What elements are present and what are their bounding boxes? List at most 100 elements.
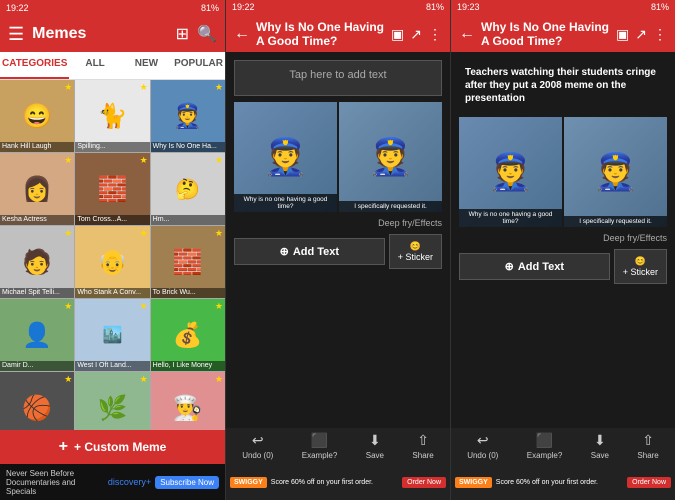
share-button-2[interactable]: ⇧ Share: [412, 432, 433, 460]
example-button-2[interactable]: ⬛ Example?: [302, 432, 338, 460]
plus-circle-icon-3: ⊕: [505, 260, 514, 273]
more-icon-2[interactable]: ⋮: [428, 26, 442, 43]
meme-editor-panel-2: 19:22 81% ← Why Is No One Having A Good …: [225, 0, 450, 500]
meme-cell[interactable]: 🐈 Spilling... ★: [75, 80, 149, 152]
share-icon-btn-3: ⇧: [642, 432, 654, 449]
discovery-brand: discovery+: [108, 477, 151, 487]
caption-right-2: I specifically requested it.: [339, 201, 442, 212]
top-text-input-2[interactable]: Tap here to add text: [234, 60, 442, 96]
deep-fry-label-3: Deep fry/Effects: [459, 233, 667, 243]
tab-categories[interactable]: CATEGORIES: [0, 52, 69, 79]
sticker-icon-2: 😊: [410, 241, 421, 252]
editor-content-2: Tap here to add text 👮 Why is no one hav…: [226, 52, 450, 428]
officer-figure-left-3: 👮: [488, 151, 533, 193]
sticker-button-2[interactable]: 😊 + Sticker: [389, 234, 442, 269]
share-icon-3[interactable]: ↗: [635, 26, 647, 43]
meme-cell[interactable]: 😄 Hank Hill Laugh ★: [0, 80, 74, 152]
save-icon-2: ⬇: [369, 432, 381, 449]
image-left-3[interactable]: 👮 Why is no one having a good time?: [459, 117, 562, 227]
caption-right-3: I specifically requested it.: [564, 216, 667, 227]
add-text-row-3: ⊕ Add Text 😊 + Sticker: [459, 249, 667, 284]
app-title: Memes: [32, 25, 168, 43]
plus-circle-icon-2: ⊕: [280, 245, 289, 258]
back-icon-2[interactable]: ←: [234, 25, 250, 43]
custom-meme-label: + Custom Meme: [74, 440, 166, 454]
time-3: 19:23: [457, 2, 480, 14]
caption-left-2: Why is no one having a good time?: [234, 194, 337, 212]
meme-cell[interactable]: 🤔 Hm... ★: [151, 153, 225, 225]
example-icon-2: ⬛: [311, 432, 328, 449]
meme-image-area-2: 👮 Why is no one having a good time? 👮 I …: [234, 102, 442, 212]
meme-cell[interactable]: 🏙️ West I Oft Land... ★: [75, 299, 149, 371]
meme-cell[interactable]: 🌿 Yes, Very Sad. Any... ★: [75, 372, 149, 430]
deep-fry-label-2: Deep fry/Effects: [234, 218, 442, 228]
share-icon-2[interactable]: ↗: [410, 26, 422, 43]
battery-2: 81%: [426, 2, 444, 14]
bottom-ad-1: Never Seen Before Documentaries and Spec…: [0, 464, 225, 500]
list-icon[interactable]: ⊞: [176, 24, 189, 44]
meme-cell[interactable]: 👨‍🍳 Cheffins Pulling Sa... ★: [151, 372, 225, 430]
battery-1: 81%: [201, 3, 219, 13]
menu-icon[interactable]: ☰: [8, 24, 24, 45]
ad-text-3: Score 60% off on your first order.: [496, 479, 623, 486]
save-icon-3: ⬇: [594, 432, 606, 449]
image-left-2[interactable]: 👮 Why is no one having a good time?: [234, 102, 337, 212]
meme-cell[interactable]: 🧑 Michael Spit Telli... ★: [0, 226, 74, 298]
example-button-3[interactable]: ⬛ Example?: [527, 432, 563, 460]
undo-button-3[interactable]: ↩ Undo (0): [467, 432, 498, 460]
ad-text-1: Never Seen Before Documentaries and Spec…: [6, 469, 104, 496]
editor-toolbar-3: ← Why Is No One Having A Good Time? ▣ ↗ …: [451, 16, 675, 52]
order-button-2[interactable]: Order Now: [402, 477, 446, 488]
time-1: 19:22: [6, 3, 29, 13]
image-right-3[interactable]: 👮 I specifically requested it.: [564, 117, 667, 227]
bottom-ad-2: SWIGGY Score 60% off on your first order…: [226, 464, 450, 500]
ad-text-2: Score 60% off on your first order.: [271, 479, 398, 486]
officer-figure-right-3: 👮: [593, 151, 638, 193]
action-row-2: ↩ Undo (0) ⬛ Example? ⬇ Save ⇧ Share: [226, 428, 450, 464]
sticker-icon-3: 😊: [635, 256, 646, 267]
undo-icon-3: ↩: [477, 432, 489, 449]
meme-cell[interactable]: 👴 Who Stank A Conv... ★: [75, 226, 149, 298]
meme-caption-text-3: Teachers watching their students cringe …: [459, 60, 667, 111]
caption-left-3: Why is no one having a good time?: [459, 209, 562, 227]
back-icon-3[interactable]: ←: [459, 25, 475, 43]
undo-button-2[interactable]: ↩ Undo (0): [242, 432, 273, 460]
bottom-ad-3: SWIGGY Score 60% off on your first order…: [451, 464, 675, 500]
meme-label: Hank Hill Laugh: [0, 142, 74, 152]
meme-cell[interactable]: 👤 Damir D... ★: [0, 299, 74, 371]
add-text-button-3[interactable]: ⊕ Add Text: [459, 253, 610, 280]
status-bar-1: 19:22 81%: [0, 0, 225, 16]
officer-figure-left-2: 👮: [263, 136, 308, 178]
share-button-3[interactable]: ⇧ Share: [637, 432, 658, 460]
order-button-3[interactable]: Order Now: [627, 477, 671, 488]
crop-icon-2[interactable]: ▣: [391, 26, 404, 43]
meme-cell[interactable]: 🧱 To Brick Wu... ★: [151, 226, 225, 298]
image-right-2[interactable]: 👮 I specifically requested it.: [339, 102, 442, 212]
subscribe-button[interactable]: Subscribe Now: [155, 476, 219, 489]
tab-new[interactable]: NEW: [121, 52, 172, 79]
tab-popular[interactable]: POPULAR: [172, 52, 225, 79]
editor-content-3: Teachers watching their students cringe …: [451, 52, 675, 428]
meme-cell[interactable]: 🧱 Tom Cross...A... ★: [75, 153, 149, 225]
editor-toolbar-2: ← Why Is No One Having A Good Time? ▣ ↗ …: [226, 16, 450, 52]
add-text-button-2[interactable]: ⊕ Add Text: [234, 238, 385, 265]
meme-cell[interactable]: 👮 Why Is No One Ha... ★: [151, 80, 225, 152]
sticker-button-3[interactable]: 😊 + Sticker: [614, 249, 667, 284]
meme-image-area-3: 👮 Why is no one having a good time? 👮 I …: [459, 117, 667, 227]
editor-title-3: Why Is No One Having A Good Time?: [481, 20, 610, 49]
search-icon[interactable]: 🔍: [197, 24, 217, 44]
more-icon-3[interactable]: ⋮: [653, 26, 667, 43]
tab-all[interactable]: ALL: [69, 52, 120, 79]
crop-icon-3[interactable]: ▣: [616, 26, 629, 43]
meme-editor-panel-3: 19:23 81% ← Why Is No One Having A Good …: [450, 0, 675, 500]
meme-grid: 😄 Hank Hill Laugh ★ 🐈 Spilling... ★ 👮 Wh…: [0, 80, 225, 430]
meme-cell[interactable]: 💰 Hello, I Like Money ★: [151, 299, 225, 371]
swiggy-brand-3: SWIGGY: [455, 477, 492, 488]
custom-meme-button[interactable]: + + Custom Meme: [0, 430, 225, 464]
meme-cell[interactable]: 🏀 P.J. Tucker's quin... ★: [0, 372, 74, 430]
meme-cell[interactable]: 👩 Kesha Actress ★: [0, 153, 74, 225]
officer-figure-right-2: 👮: [368, 136, 413, 178]
time-2: 19:22: [232, 2, 255, 14]
save-button-3[interactable]: ⬇ Save: [591, 432, 609, 460]
save-button-2[interactable]: ⬇ Save: [366, 432, 384, 460]
